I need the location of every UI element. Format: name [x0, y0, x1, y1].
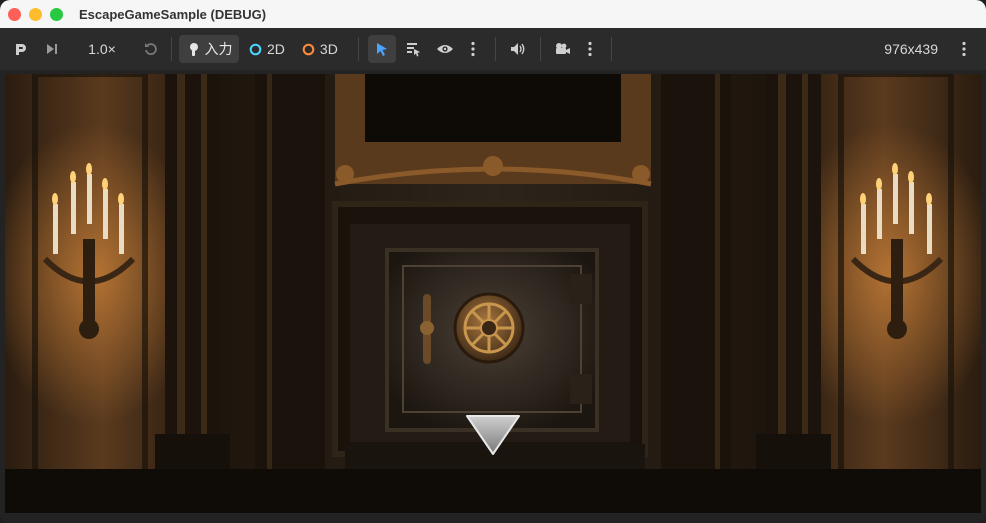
window-title: EscapeGameSample (DEBUG) — [79, 6, 267, 22]
toolbar-separator — [610, 37, 612, 61]
kebab-icon — [962, 41, 966, 57]
circle-3d-icon — [302, 43, 315, 55]
title-bar: EscapeGameSample (DEBUG) — [0, 0, 986, 28]
mode-2d-label: 2D — [267, 41, 285, 57]
select-options-button[interactable] — [465, 35, 481, 63]
mute-button[interactable] — [506, 35, 530, 63]
app-window: EscapeGameSample (DEBUG) 1.0× 入力 2D 3D 9… — [0, 0, 986, 523]
cursor-select-icon — [376, 43, 387, 56]
resolution-label: 976x439 — [884, 41, 938, 57]
embed-icon — [16, 44, 26, 55]
vault-room-scene — [5, 74, 981, 513]
speaker-icon — [510, 43, 525, 55]
eye-icon — [436, 45, 453, 53]
kebab-icon — [471, 41, 475, 57]
embed-options-button[interactable] — [956, 35, 972, 63]
time-scale-button[interactable]: 1.0× — [81, 35, 123, 63]
circle-2d-icon — [249, 43, 262, 55]
maximize-window-button[interactable] — [50, 7, 63, 21]
minimize-window-button[interactable] — [29, 7, 42, 21]
kebab-icon — [588, 41, 592, 57]
reset-icon — [145, 43, 157, 55]
mode-3d-label: 3D — [319, 41, 338, 57]
close-window-button[interactable] — [8, 7, 21, 21]
list-select-icon — [406, 43, 420, 57]
toolbar-separator — [357, 37, 359, 61]
step-frame-icon — [47, 44, 57, 54]
toolbar-separator — [494, 37, 496, 61]
game-viewport[interactable] — [5, 74, 981, 513]
reset-button[interactable] — [139, 35, 163, 63]
painting-frame — [334, 74, 652, 187]
game-toolbar: 1.0× 入力 2D 3D 976x439 — [0, 28, 986, 70]
camera-override-button[interactable] — [549, 35, 575, 63]
camera-icon — [555, 43, 570, 54]
mode-3d-button[interactable]: 3D — [302, 35, 338, 63]
input-icon — [189, 43, 198, 56]
camera-options-button[interactable] — [582, 35, 598, 63]
list-select-button[interactable] — [401, 35, 425, 63]
window-controls — [8, 7, 63, 21]
input-toggle-button[interactable]: 入力 — [179, 35, 239, 63]
select-mode-button[interactable] — [367, 35, 396, 63]
visibility-button[interactable] — [433, 35, 457, 63]
toolbar-separator — [539, 37, 541, 61]
step-frame-button[interactable] — [40, 35, 64, 63]
input-label: 入力 — [204, 41, 233, 57]
toolbar-separator — [171, 37, 172, 61]
vault-dial-wheel[interactable] — [453, 292, 525, 364]
mode-2d-button[interactable]: 2D — [249, 35, 285, 63]
embed-game-button[interactable] — [8, 35, 32, 63]
